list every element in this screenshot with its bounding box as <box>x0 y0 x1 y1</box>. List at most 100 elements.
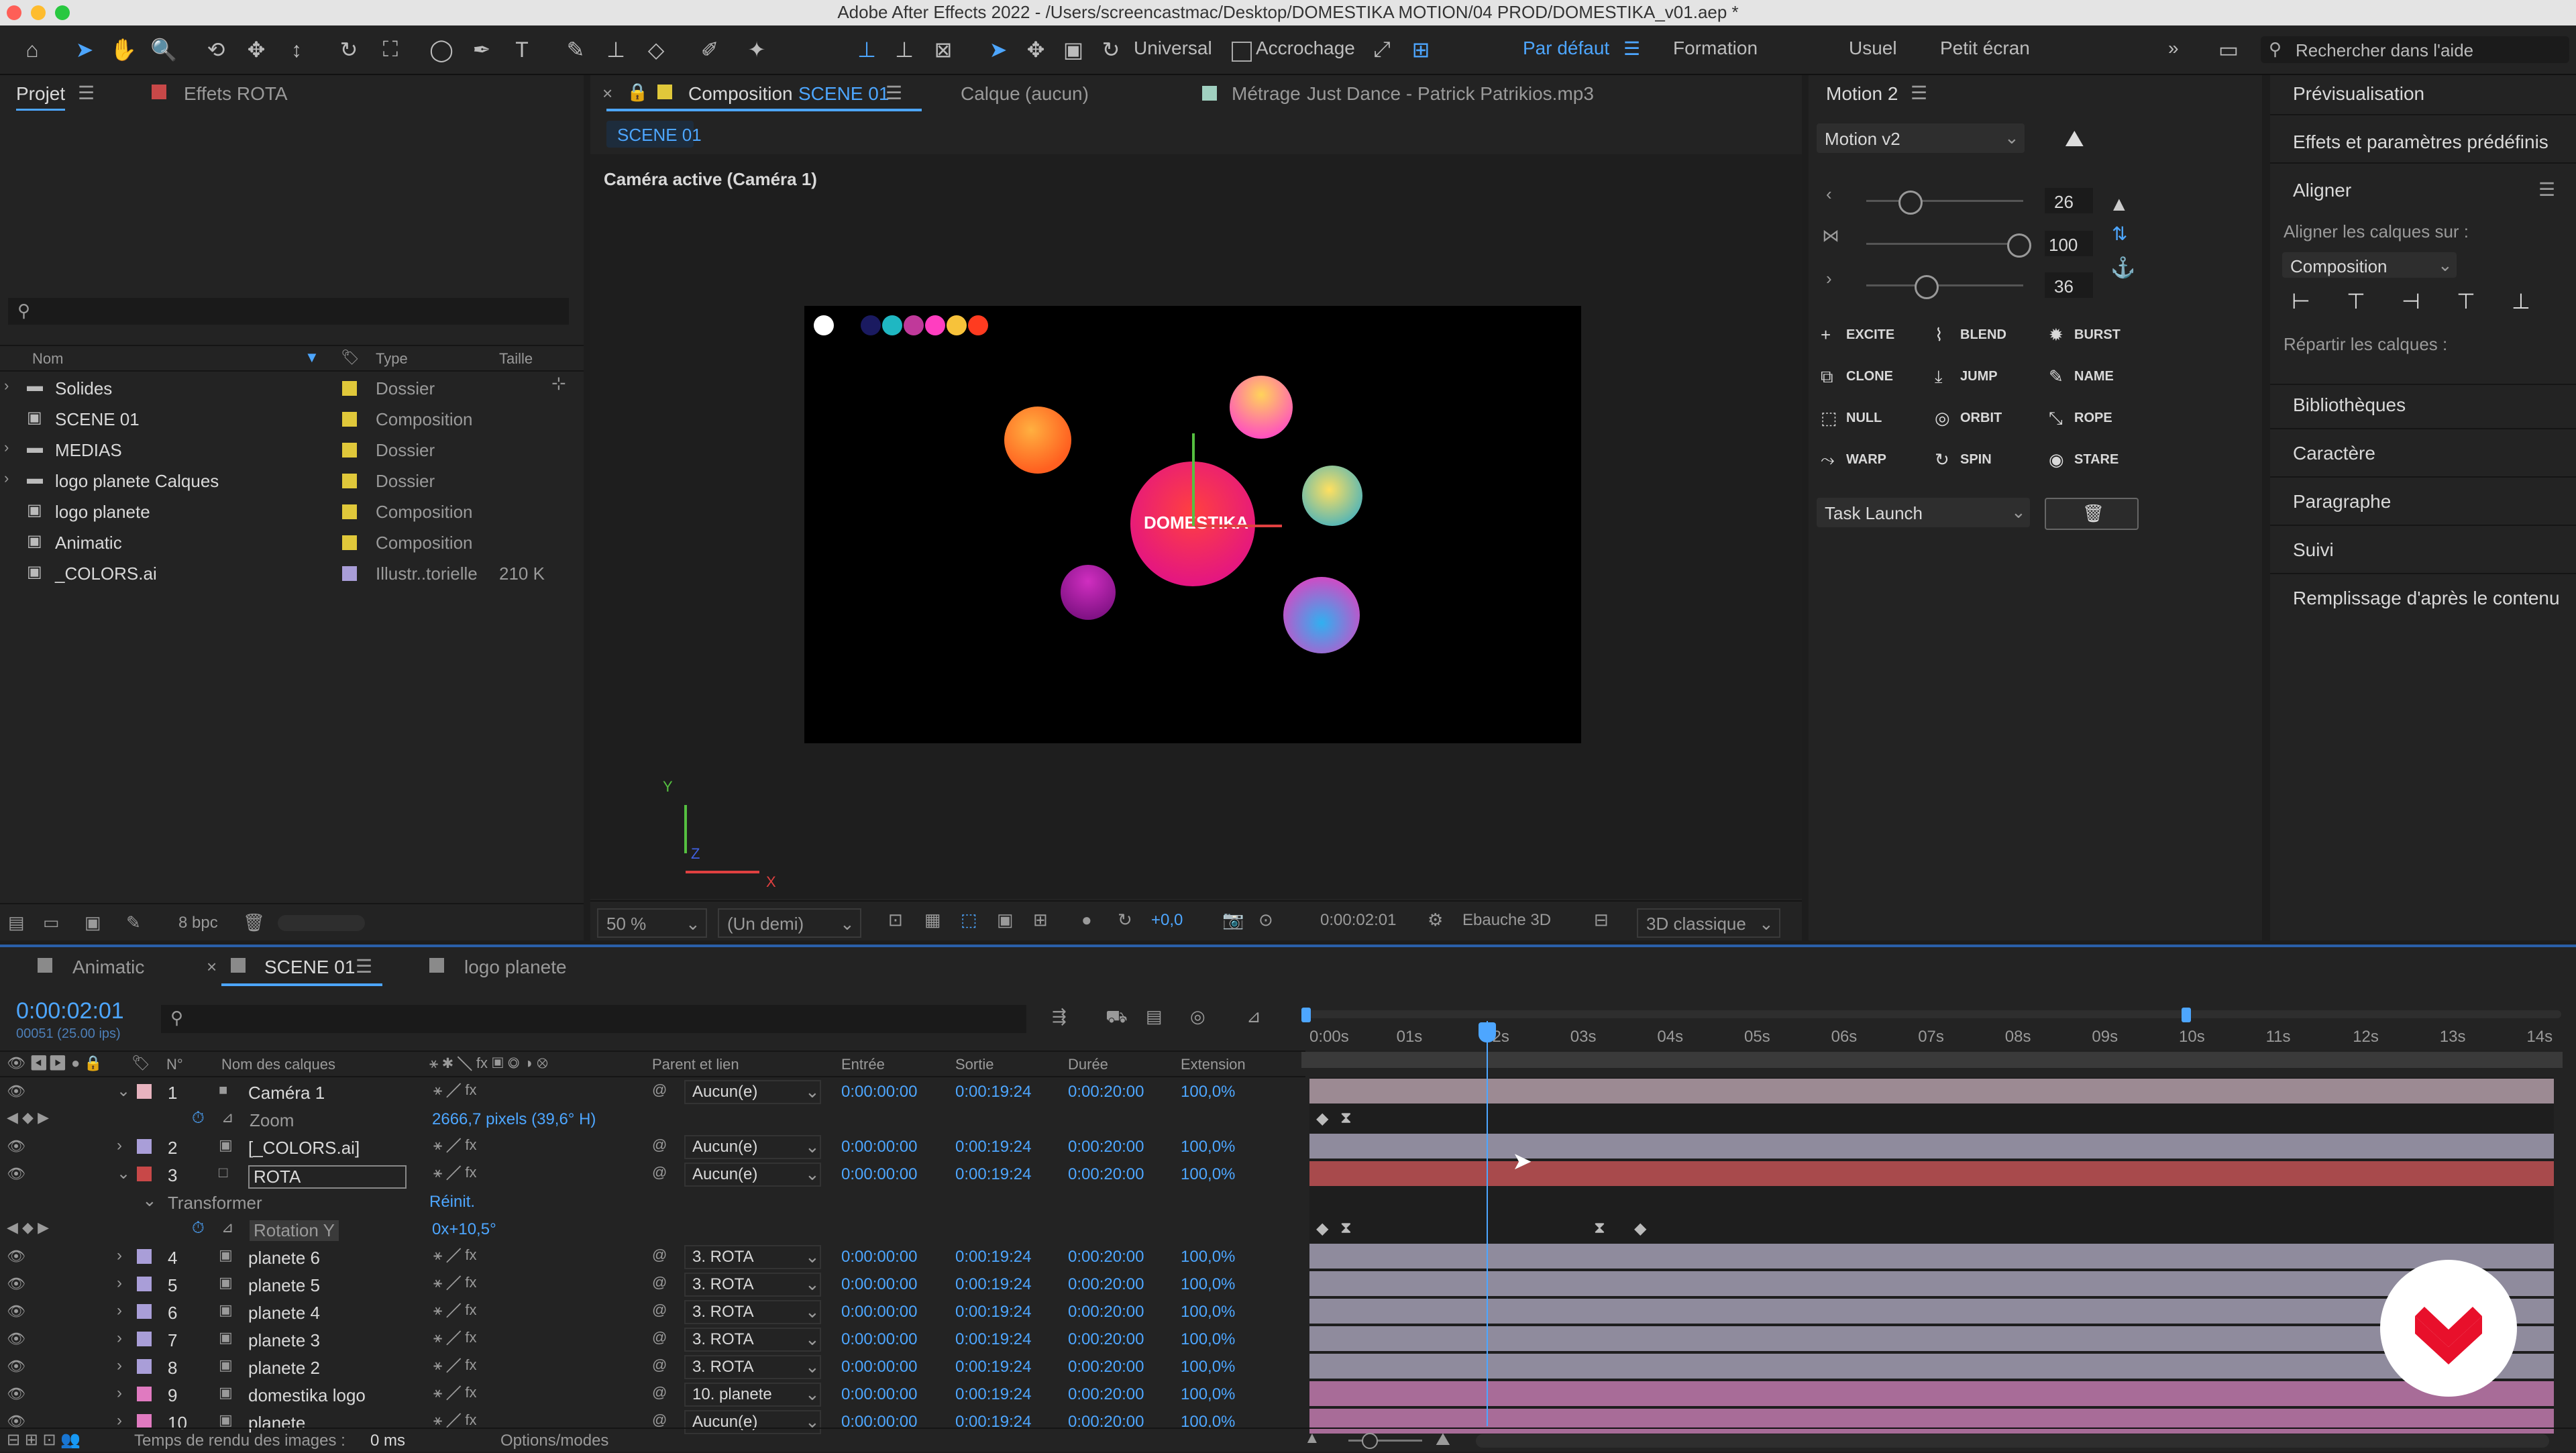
magnification-dropdown[interactable]: 50 % ⌄ <box>597 908 707 938</box>
layer-duration-bar[interactable] <box>1309 1299 2554 1324</box>
viewer-timecode[interactable]: 0:00:02:01 <box>1320 911 1396 930</box>
expand-arrow-icon[interactable]: ⌄ <box>117 1164 130 1183</box>
tracker-panel-title[interactable]: Suivi <box>2293 539 2334 561</box>
project-item[interactable]: ▣ _COLORS.ai Illustr..torielle 210 K <box>0 558 584 589</box>
navigator-start-handle[interactable] <box>1301 1008 1311 1022</box>
delete-icon[interactable]: 🗑 <box>243 912 265 933</box>
table-row[interactable]: 👁 ⌄ 3 □ ROTA ⚹ ╱ fx @ Aucun(e) ⌄ 0:00:00:00 0:00:1… <box>0 1160 1305 1189</box>
parent-dropdown[interactable]: 3. ROTA ⌄ <box>684 1355 821 1379</box>
snap-option-icon[interactable]: ⤢ <box>1367 35 1397 64</box>
ellipse-tool-icon[interactable]: ◯ <box>427 35 456 64</box>
parent-pickwhip-icon[interactable]: @ <box>652 1081 667 1099</box>
current-time[interactable]: 0:00:02:01 <box>16 998 124 1024</box>
parent-dropdown[interactable]: Aucun(e) ⌄ <box>684 1163 821 1187</box>
column-stretch[interactable]: Extension <box>1181 1056 1246 1073</box>
reset-exposure-icon[interactable]: ↻ <box>1118 910 1132 930</box>
eraser-tool-icon[interactable]: ◇ <box>641 35 671 64</box>
lock-icon[interactable]: 🔒 <box>627 82 648 103</box>
motion-menu-icon[interactable]: ☰ <box>1911 82 1927 104</box>
parent-pickwhip-icon[interactable]: @ <box>652 1356 667 1374</box>
switches-icons[interactable]: ⚹ ╱ fx <box>433 1356 477 1374</box>
shy-layers-icon[interactable]: ▤ <box>1146 1006 1163 1027</box>
resolution-dropdown[interactable]: (Un demi) ⌄ <box>718 908 861 938</box>
align-center-v-icon[interactable]: ⊥ <box>2512 288 2530 314</box>
project-menu-icon[interactable]: ☰ <box>78 82 95 104</box>
composition-mini-flowchart-icon[interactable]: ⇶ <box>1052 1006 1067 1027</box>
help-search-field[interactable]: ⚲ Rechercher dans l'aide <box>2261 36 2569 63</box>
project-scrollbar[interactable] <box>278 915 365 931</box>
motion-button-orbit[interactable]: ◎ ORBIT <box>1932 401 2039 435</box>
dolly-tool-icon[interactable]: ↕ <box>282 35 311 64</box>
preview-panel-title[interactable]: Prévisualisation <box>2293 83 2424 105</box>
out-point[interactable]: 0:00:19:24 <box>955 1165 1031 1184</box>
align-right-icon[interactable]: ⊣ <box>2402 288 2420 314</box>
motion-button-excite[interactable]: + EXCITE <box>1818 318 1925 352</box>
expand-arrow-icon[interactable]: › <box>117 1301 122 1320</box>
sync-settings-icon[interactable]: ▭ <box>2214 35 2243 64</box>
expand-arrow-icon[interactable]: › <box>117 1246 122 1265</box>
column-out[interactable]: Sortie <box>955 1056 994 1073</box>
project-search-input[interactable]: ⚲ <box>8 298 569 325</box>
column-duration[interactable]: Durée <box>1068 1056 1108 1073</box>
eye-icon[interactable]: 👁 <box>7 1165 25 1183</box>
parent-dropdown[interactable]: Aucun(e) ⌄ <box>684 1080 821 1104</box>
stretch[interactable]: 100,0% <box>1181 1330 1235 1349</box>
out-point[interactable]: 0:00:19:24 <box>955 1385 1031 1404</box>
workspace-small-screen[interactable]: Petit écran <box>1940 38 2030 59</box>
expand-arrow-icon[interactable]: › <box>117 1384 122 1403</box>
workspace-menu-icon[interactable]: ☰ <box>1623 38 1640 60</box>
frame-blending-icon[interactable]: ◎ <box>1190 1006 1205 1027</box>
align-top-icon[interactable]: ⊤ <box>2457 288 2475 314</box>
table-row[interactable]: 👁 › 2 ▣ [_COLORS.ai] ⚹ ╱ fx @ Aucun(e) ⌄ 0:00:00:… <box>0 1132 1305 1160</box>
pen-tool-icon[interactable]: ✒ <box>467 35 496 64</box>
timeline-tab-logo-planete[interactable]: logo planete <box>464 957 567 978</box>
eye-icon[interactable]: 👁 <box>7 1248 25 1265</box>
parent-pickwhip-icon[interactable]: @ <box>652 1274 667 1291</box>
timeline-tab-animatic[interactable]: Animatic <box>72 957 144 978</box>
duration[interactable]: 0:00:20:00 <box>1068 1275 1144 1294</box>
toggle-switches-modes[interactable]: Options/modes <box>500 1432 608 1450</box>
layer-name[interactable]: planete 6 <box>248 1248 320 1269</box>
graph-icon[interactable]: ⊿ <box>221 1219 233 1236</box>
expand-arrow-icon[interactable]: › <box>117 1136 122 1155</box>
ease-both-slider-handle[interactable] <box>2007 233 2031 258</box>
out-point[interactable]: 0:00:19:24 <box>955 1138 1031 1156</box>
label-swatch[interactable] <box>342 566 357 581</box>
layer-duration-bar[interactable] <box>1309 1134 2554 1159</box>
grid-guides-icon[interactable]: ⊞ <box>1033 910 1048 930</box>
parent-pickwhip-icon[interactable]: @ <box>652 1384 667 1401</box>
project-item[interactable]: ▣ logo planete Composition <box>0 496 584 527</box>
expand-arrow-icon[interactable]: › <box>4 470 9 487</box>
keyframe-nav-icon[interactable]: ◀ ◆ ▶ <box>7 1109 49 1126</box>
fast-previews-icon[interactable]: ⊡ <box>888 910 903 930</box>
keyframe-nav-icon[interactable]: ◀ ◆ ▶ <box>7 1219 49 1236</box>
character-panel-title[interactable]: Caractère <box>2293 443 2375 464</box>
workspace-formation[interactable]: Formation <box>1673 38 1758 59</box>
layer-duration-bar[interactable] <box>1309 1326 2554 1351</box>
transparency-grid-icon[interactable]: ▦ <box>924 910 941 930</box>
label-swatch[interactable] <box>137 1249 152 1264</box>
3d-view-icon[interactable]: ⊟ <box>1594 910 1609 930</box>
in-point[interactable]: 0:00:00:00 <box>841 1138 917 1156</box>
table-row[interactable]: ⏱ ⊿ Zoom 2666,7 pixels (39,6° H) ◀ ◆ ▶ <box>0 1105 1305 1132</box>
label-swatch[interactable] <box>342 504 357 519</box>
ease-out-slider-track[interactable] <box>1866 284 2023 286</box>
layer-name[interactable]: planete 4 <box>248 1303 320 1324</box>
keyframe-hold-icon[interactable]: ⧗ <box>1340 1109 1352 1128</box>
motion-button-burst[interactable]: ✹ BURST <box>2046 318 2153 352</box>
parent-dropdown[interactable]: 3. ROTA ⌄ <box>684 1328 821 1352</box>
expand-arrow-icon[interactable]: ⌄ <box>117 1081 130 1101</box>
layer-duration-bar[interactable] <box>1309 1354 2554 1379</box>
column-type[interactable]: Type <box>376 350 408 368</box>
view-axis-icon[interactable]: ⊠ <box>928 35 958 64</box>
layer-name[interactable]: planete 5 <box>248 1275 320 1296</box>
task-delete-button[interactable]: 🗑 <box>2045 498 2139 530</box>
parent-dropdown[interactable]: Aucun(e) ⌄ <box>684 1135 821 1159</box>
in-point[interactable]: 0:00:00:00 <box>841 1165 917 1184</box>
workspace-usuel[interactable]: Usuel <box>1849 38 1897 59</box>
stretch[interactable]: 100,0% <box>1181 1275 1235 1294</box>
out-point[interactable]: 0:00:19:24 <box>955 1248 1031 1267</box>
keyframe-icon[interactable]: ◆ <box>1634 1219 1646 1238</box>
duration[interactable]: 0:00:20:00 <box>1068 1138 1144 1156</box>
render-time-icons[interactable]: ⊟ ⊞ ⊡ 👥 <box>7 1430 80 1450</box>
